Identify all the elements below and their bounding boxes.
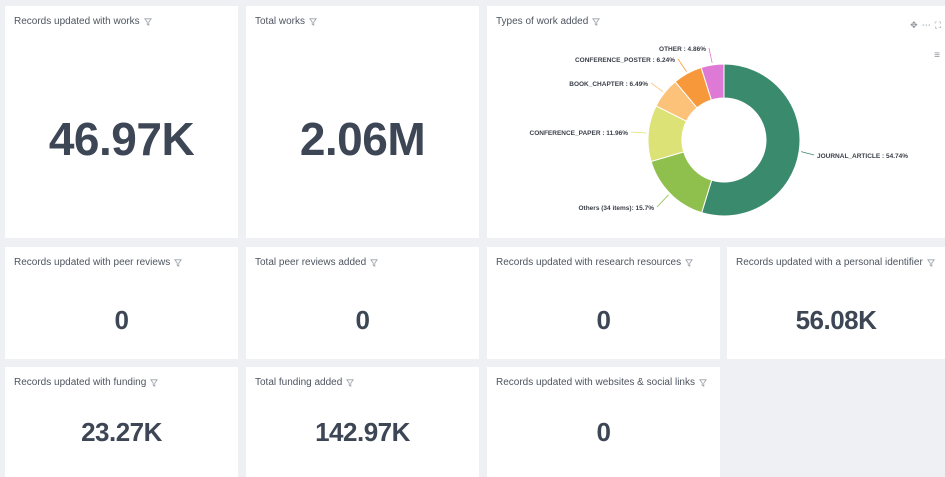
kpi-tile-personal-identifier[interactable]: Records updated with a personal identifi…: [727, 247, 945, 359]
kpi-value: 0: [355, 305, 370, 335]
kpi-value: 0: [596, 305, 611, 335]
tile-title: Records updated with works: [14, 16, 140, 27]
slice-label: Others (34 items): 15.7%: [578, 205, 654, 212]
filter-icon[interactable]: [174, 258, 183, 267]
slice-label: JOURNAL_ARTICLE : 54.74%: [817, 153, 908, 160]
filter-icon[interactable]: [685, 258, 694, 267]
kpi-tile-websites[interactable]: Records updated with websites & social l…: [487, 367, 720, 477]
kpi-value: 0: [114, 305, 129, 335]
leader-line: [801, 151, 815, 156]
leader-line: [708, 47, 713, 63]
kpi-tile-records-with-works[interactable]: Records updated with works 46.97K: [5, 6, 238, 238]
kpi-tile-research-resources[interactable]: Records updated with research resources …: [487, 247, 720, 359]
tile-title: Total peer reviews added: [255, 257, 367, 268]
kpi-tile-peer-reviews[interactable]: Records updated with peer reviews 0: [5, 247, 238, 359]
kpi-value: 56.08K: [795, 305, 877, 335]
tile-title: Records updated with websites & social l…: [496, 377, 695, 388]
slice-label: CONFERENCE_POSTER : 6.24%: [575, 57, 675, 64]
tile-title: Total works: [255, 16, 306, 27]
kpi-tile-total-funding[interactable]: Total funding added 142.97K: [246, 367, 479, 477]
tile-title: Records updated with funding: [14, 377, 147, 388]
kpi-value: 0: [596, 417, 611, 447]
slice-label: BOOK_CHAPTER : 6.49%: [569, 81, 648, 88]
filter-icon[interactable]: [150, 378, 159, 387]
filter-icon[interactable]: [309, 17, 318, 26]
kpi-value: 23.27K: [81, 417, 162, 447]
filter-icon[interactable]: [926, 258, 935, 267]
tile-title: Records updated with peer reviews: [14, 257, 171, 268]
leader-line: [677, 58, 687, 72]
kpi-value: 2.06M: [299, 113, 426, 165]
tile-title: Total funding added: [255, 377, 343, 388]
tile-title: Records updated with research resources: [496, 257, 682, 268]
filter-icon[interactable]: [143, 17, 152, 26]
tile-title: Records updated with a personal identifi…: [736, 257, 923, 268]
filter-icon[interactable]: [370, 258, 379, 267]
leader-line: [650, 82, 664, 92]
filter-icon[interactable]: [698, 378, 707, 387]
donut-chart: JOURNAL_ARTICLE : 54.74% Others (34 items…: [530, 46, 908, 217]
chart-tile-types-of-work[interactable]: Types of work added ✥ ⋯ ⛶ ≡ JOURNAL_ARTI…: [487, 6, 945, 238]
leader-line: [630, 131, 647, 134]
leader-line: [656, 194, 669, 208]
kpi-tile-total-peer-reviews[interactable]: Total peer reviews added 0: [246, 247, 479, 359]
kpi-tile-funding[interactable]: Records updated with funding 23.27K: [5, 367, 238, 477]
filter-icon[interactable]: [346, 378, 355, 387]
kpi-value: 142.97K: [315, 417, 410, 447]
slice-label: CONFERENCE_PAPER : 11.96%: [530, 130, 629, 137]
kpi-tile-total-works[interactable]: Total works 2.06M: [246, 6, 479, 238]
slice-label: OTHER : 4.86%: [659, 46, 706, 53]
kpi-value: 46.97K: [48, 113, 195, 165]
